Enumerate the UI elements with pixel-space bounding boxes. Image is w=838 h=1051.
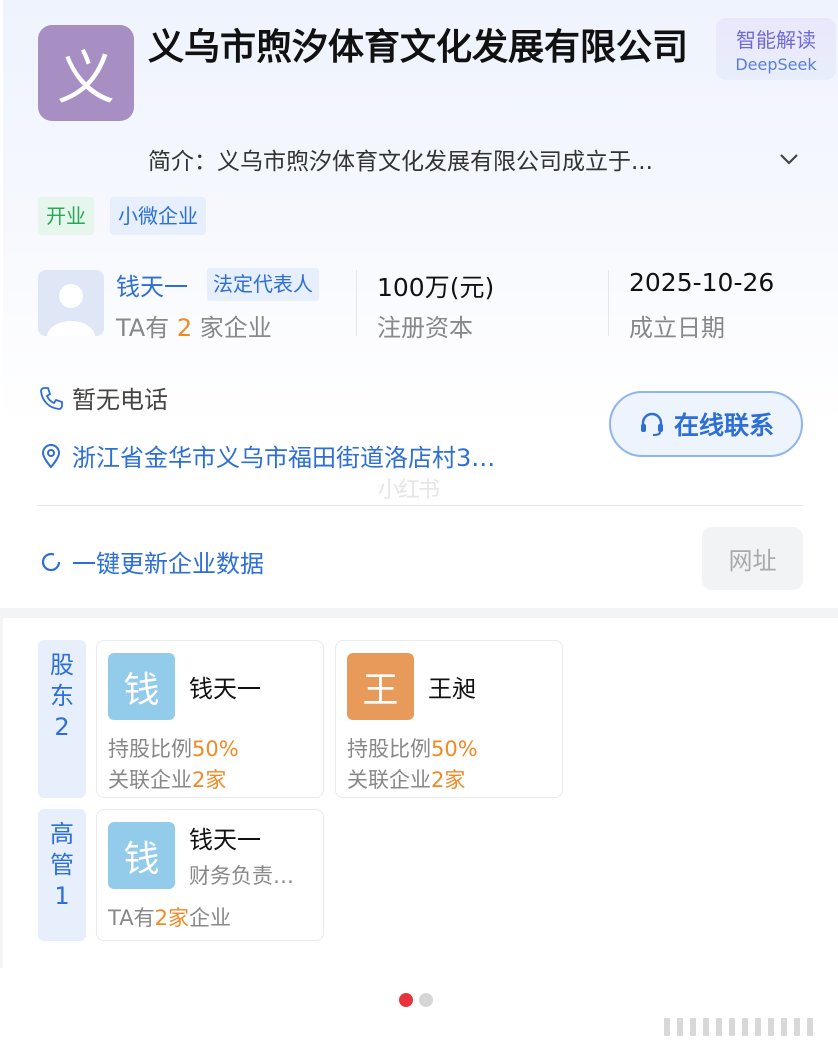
avatar: 钱 — [108, 822, 175, 889]
divider — [38, 505, 803, 506]
executives-label-count: 1 — [54, 882, 70, 910]
chevron-down-icon[interactable] — [776, 146, 802, 172]
legal-rep-companies-prefix: TA有 — [116, 314, 170, 342]
online-contact-label: 在线联系 — [673, 411, 774, 440]
ai-interpret-title: 智能解读 — [736, 28, 816, 52]
legal-rep-companies-count: 2 — [176, 314, 193, 342]
online-contact-button[interactable]: 在线联系 — [609, 391, 803, 457]
shareholder-related: 关联企业2家 — [347, 764, 465, 794]
executive-companies-prefix: TA有 — [108, 906, 155, 930]
ai-interpret-button[interactable]: 智能解读 DeepSeek — [716, 18, 836, 80]
page-dot[interactable] — [419, 993, 433, 1007]
shareholders-label[interactable]: 股 东 2 — [38, 640, 86, 798]
related-label: 关联企业 — [347, 768, 431, 792]
phone-row[interactable]: 暂无电话 — [38, 380, 168, 415]
website-label: 网址 — [728, 547, 777, 575]
registered-capital-label: 注册资本 — [377, 314, 473, 342]
executives-label-char: 管 — [50, 851, 74, 879]
section-separator — [0, 608, 838, 618]
avatar: 钱 — [108, 653, 175, 720]
status-tag-open: 开业 — [38, 197, 94, 235]
founded-date-value: 2025-10-26 — [629, 268, 775, 297]
avatar[interactable] — [38, 270, 104, 336]
executive-card[interactable]: 钱 钱天一 财务负责… TA有2家企业 — [96, 809, 324, 941]
executive-companies-suffix: 企业 — [188, 906, 231, 930]
location-pin-icon — [41, 443, 61, 469]
company-logo: 义 — [38, 25, 134, 121]
avatar: 王 — [347, 653, 414, 720]
related-value: 2家 — [192, 768, 227, 792]
shareholder-name: 王昶 — [428, 675, 476, 703]
address-text: 浙江省金华市义乌市福田街道洛店村3… — [72, 444, 496, 472]
founded-date-label: 成立日期 — [629, 314, 725, 342]
ai-interpret-subtitle: DeepSeek — [735, 55, 817, 74]
registered-capital-value: 100万(元) — [377, 273, 495, 302]
executives-label-char: 高 — [50, 820, 74, 848]
legal-rep-companies-suffix: 家企业 — [199, 314, 272, 342]
shareholder-related: 关联企业2家 — [108, 764, 226, 794]
related-label: 关联企业 — [108, 768, 192, 792]
legal-rep-companies[interactable]: TA有 2 家企业 — [116, 308, 272, 343]
size-tag: 小微企业 — [110, 197, 206, 235]
watermark: 小红书 — [378, 478, 440, 503]
legal-rep-name[interactable]: 钱天一 — [116, 267, 188, 302]
phone-icon — [40, 386, 63, 410]
shareholder-card[interactable]: 王 王昶 持股比例50% 关联企业2家 — [335, 640, 563, 798]
company-intro[interactable]: 简介：义乌市煦汐体育文化发展有限公司成立于... — [148, 142, 768, 176]
address-row[interactable]: 浙江省金华市义乌市福田街道洛店村3… — [38, 438, 495, 473]
executive-role: 财务负责… — [189, 864, 294, 888]
ratio-value: 50% — [431, 737, 478, 761]
page-indicator[interactable] — [399, 993, 439, 1007]
phone-text: 暂无电话 — [72, 386, 168, 414]
legal-rep-badge: 法定代表人 — [207, 268, 319, 301]
shareholder-name: 钱天一 — [189, 675, 261, 703]
section-edge — [0, 618, 3, 968]
executive-companies-count: 2家 — [154, 906, 189, 930]
related-value: 2家 — [431, 768, 466, 792]
divider — [356, 270, 357, 336]
executive-name: 钱天一 — [189, 826, 261, 854]
refresh-icon — [41, 552, 61, 571]
person-icon — [38, 270, 104, 336]
shareholders-label-char: 股 — [50, 651, 74, 679]
website-button[interactable]: 网址 — [702, 527, 803, 590]
divider — [608, 270, 609, 336]
shareholder-card[interactable]: 钱 钱天一 持股比例50% 关联企业2家 — [96, 640, 324, 798]
shareholder-ratio: 持股比例50% — [347, 733, 478, 763]
refresh-data-label: 一键更新企业数据 — [72, 550, 264, 578]
ratio-value: 50% — [192, 737, 239, 761]
executives-label[interactable]: 高 管 1 — [38, 809, 86, 941]
watermark-glyphs — [664, 1016, 836, 1038]
headset-icon — [640, 412, 663, 436]
shareholder-ratio: 持股比例50% — [108, 733, 239, 763]
ratio-label: 持股比例 — [347, 737, 431, 761]
executive-companies: TA有2家企业 — [108, 902, 231, 932]
ratio-label: 持股比例 — [108, 737, 192, 761]
shareholders-label-count: 2 — [54, 713, 70, 741]
page-dot-active[interactable] — [399, 993, 413, 1007]
company-name: 义乌市煦汐体育文化发展有限公司 — [148, 27, 689, 68]
refresh-data-button[interactable]: 一键更新企业数据 — [38, 544, 264, 579]
shareholders-label-char: 东 — [50, 682, 74, 710]
